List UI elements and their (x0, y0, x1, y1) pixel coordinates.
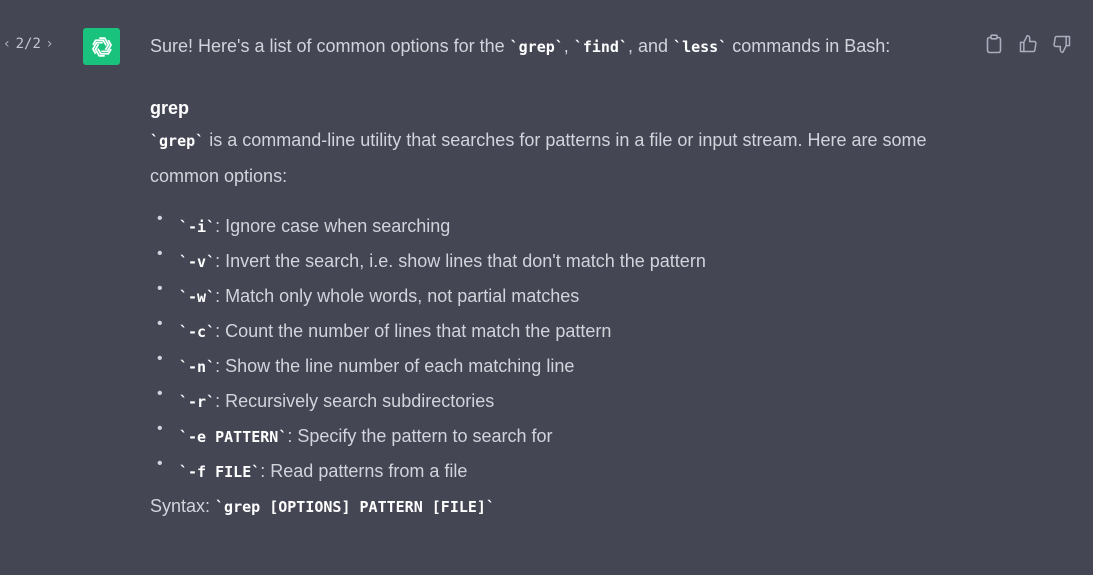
list-item: • `-i`: Ignore case when searching (150, 209, 990, 244)
assistant-message: Sure! Here's a list of common options fo… (150, 29, 990, 525)
option-code: `-e PATTERN` (179, 428, 288, 446)
intro-text: commands in Bash: (727, 36, 891, 56)
option-text: : Recursively search subdirectories (215, 391, 495, 411)
list-item: • `-w`: Match only whole words, not parti… (150, 279, 990, 314)
response-counter: 2/2 (15, 36, 41, 52)
option-code: `-w` (179, 288, 216, 306)
intro-text: Sure! Here's a list of common options fo… (150, 36, 510, 56)
message-actions (983, 33, 1073, 55)
intro-text: , (563, 36, 574, 56)
description-text: is a command-line utility that searches … (150, 130, 927, 186)
list-item: • `-e PATTERN`: Specify the pattern to se… (150, 419, 990, 454)
bullet-icon: • (157, 350, 163, 367)
bullet-icon: • (157, 385, 163, 402)
list-item: • `-r`: Recursively search subdirectories (150, 384, 990, 419)
list-item: • `-n`: Show the line number of each matc… (150, 349, 990, 384)
option-code: `-r` (179, 393, 216, 411)
section-description: `grep` is a command-line utility that se… (150, 123, 990, 194)
bullet-icon: • (157, 210, 163, 227)
clipboard-icon[interactable] (983, 33, 1005, 55)
option-code: `-c` (179, 323, 216, 341)
inline-code: `grep` (509, 38, 564, 56)
inline-code: `find` (573, 38, 628, 56)
bullet-icon: • (157, 245, 163, 262)
bullet-icon: • (157, 455, 163, 472)
option-code: `-v` (179, 253, 216, 271)
syntax-label: Syntax: (150, 496, 216, 516)
option-text: : Count the number of lines that match t… (215, 321, 612, 341)
option-text: : Show the line number of each matching … (215, 356, 575, 376)
bullet-icon: • (157, 315, 163, 332)
list-item: • `-v`: Invert the search, i.e. show line… (150, 244, 990, 279)
option-text: : Specify the pattern to search for (287, 426, 553, 446)
option-text: : Ignore case when searching (215, 216, 451, 236)
intro-paragraph: Sure! Here's a list of common options fo… (150, 29, 990, 63)
option-code: `-i` (179, 218, 216, 236)
intro-text: , and (628, 36, 674, 56)
option-code: `-f FILE` (179, 463, 261, 481)
bullet-icon: • (157, 280, 163, 297)
list-item: • `-c`: Count the number of lines that ma… (150, 314, 990, 349)
syntax-line: Syntax: `grep [OPTIONS] PATTERN [FILE]` (150, 489, 990, 525)
previous-response-button[interactable]: ‹ (4, 36, 10, 52)
option-code: `-n` (179, 358, 216, 376)
options-list: • `-i`: Ignore case when searching • `-v`:… (150, 209, 990, 489)
response-pager: ‹ 2/2 › (4, 36, 53, 52)
section-heading: grep (150, 98, 190, 118)
thumbs-up-icon[interactable] (1017, 33, 1039, 55)
option-text: : Invert the search, i.e. show lines tha… (215, 251, 706, 271)
thumbs-down-icon[interactable] (1051, 33, 1073, 55)
inline-code: `less` (673, 38, 728, 56)
option-text: : Match only whole words, not partial ma… (215, 286, 580, 306)
list-item: • `-f FILE`: Read patterns from a file (150, 454, 990, 489)
option-text: : Read patterns from a file (260, 461, 468, 481)
bullet-icon: • (157, 420, 163, 437)
syntax-code: `grep [OPTIONS] PATTERN [FILE]` (215, 498, 495, 516)
inline-code: `grep` (150, 132, 205, 150)
next-response-button[interactable]: › (47, 36, 53, 52)
openai-logo-icon (83, 28, 120, 65)
